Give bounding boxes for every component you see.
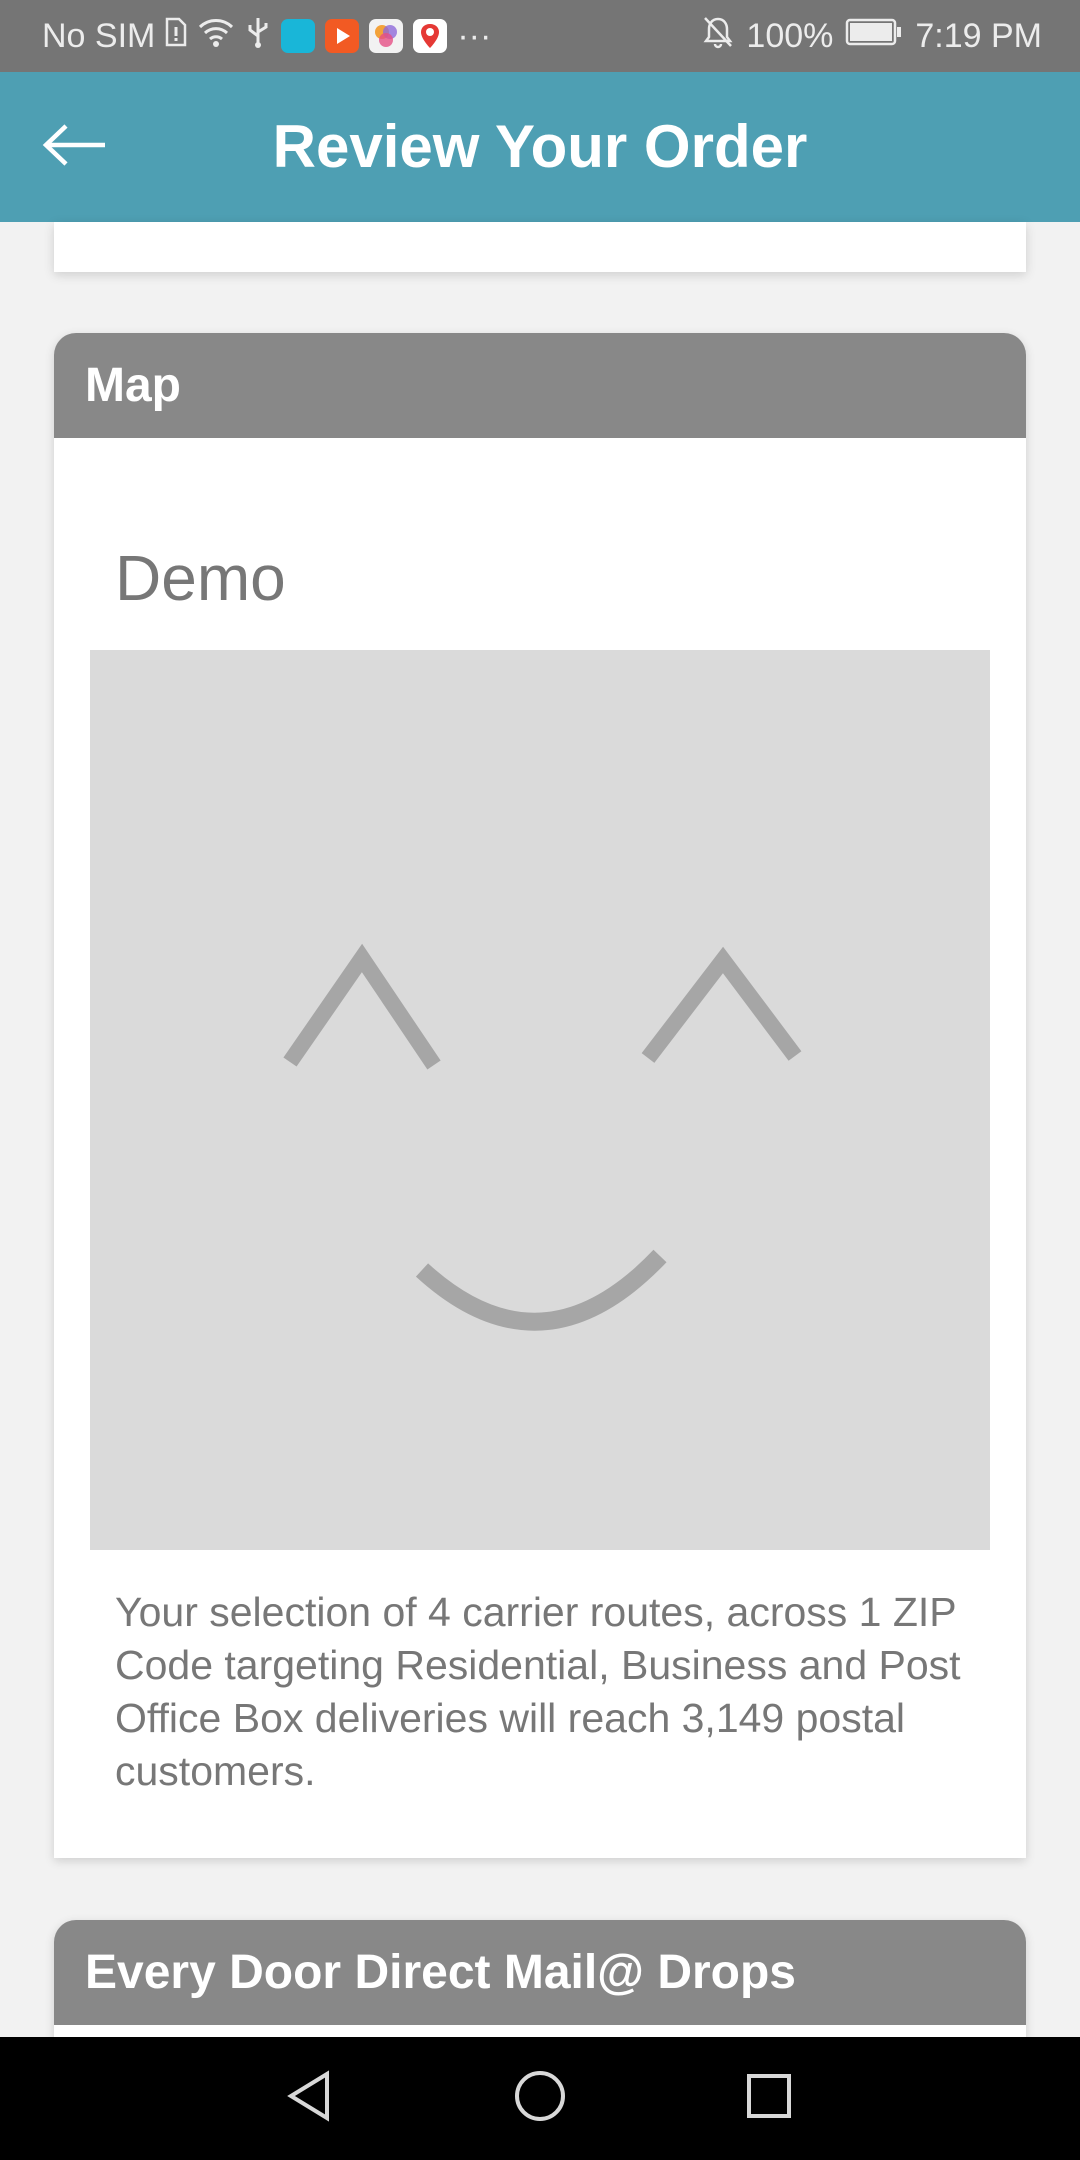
battery-icon	[845, 17, 903, 56]
carrier-text: No SIM	[42, 16, 156, 55]
overflow-notifications-icon: ···	[457, 16, 492, 55]
nav-recents-icon	[745, 2072, 793, 2125]
status-right: 100% 7:19 PM	[702, 0, 1042, 72]
previous-section-card	[54, 222, 1026, 272]
drops-section-header: Every Door Direct Mail@ Drops	[54, 1920, 1026, 2025]
video-app-icon	[325, 19, 360, 53]
mute-bell-icon	[702, 15, 734, 58]
maps-app-icon	[413, 19, 448, 53]
nav-back-icon	[285, 2070, 333, 2127]
sim-icon	[165, 17, 187, 56]
nav-back-button[interactable]	[254, 2037, 364, 2160]
clock: 7:19 PM	[915, 16, 1042, 55]
system-nav-bar	[0, 2037, 1080, 2160]
nav-recents-button[interactable]	[714, 2037, 824, 2160]
selection-summary-text: Your selection of 4 carrier routes, acro…	[115, 1589, 961, 1794]
map-section-card: Map Demo Your selection of 4 carrier rou…	[54, 333, 1026, 1858]
battery-percent: 100%	[746, 16, 834, 55]
status-bar: No SIM ··· 100% 7:19 PM	[0, 0, 1080, 72]
map-name: Demo	[115, 542, 286, 614]
app-bar: Review Your Order	[0, 72, 1080, 222]
back-button[interactable]	[30, 105, 120, 189]
usb-icon	[245, 15, 271, 58]
photos-app-icon	[369, 19, 404, 53]
drops-section-card: Every Door Direct Mail@ Drops	[54, 1920, 1026, 2040]
map-image-placeholder	[90, 650, 990, 1550]
nav-home-icon	[513, 2069, 567, 2128]
wifi-icon	[197, 16, 235, 57]
nav-home-button[interactable]	[485, 2037, 595, 2160]
page-title: Review Your Order	[272, 113, 808, 180]
app-notification-icon	[281, 19, 316, 53]
back-arrow-icon	[42, 123, 108, 172]
map-section-header: Map	[54, 333, 1026, 438]
status-left: No SIM ···	[42, 0, 491, 72]
smiley-placeholder-icon	[283, 943, 802, 1331]
